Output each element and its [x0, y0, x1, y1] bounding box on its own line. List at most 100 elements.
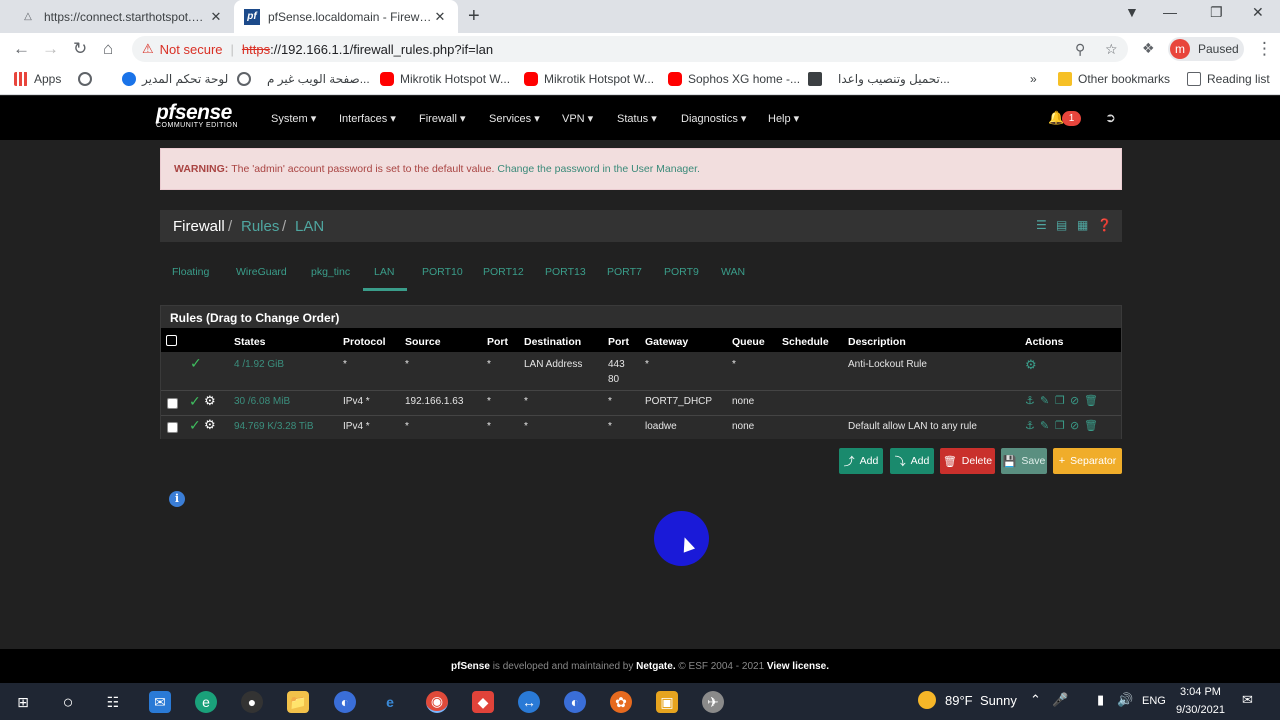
- breadcrumb-rules[interactable]: Rules: [241, 218, 279, 235]
- extensions-puzzle-icon[interactable]: ❖: [1142, 40, 1155, 57]
- close-window-icon[interactable]: ✕: [1252, 4, 1264, 21]
- close-tab-icon[interactable]: ✕: [208, 9, 224, 25]
- separator-button[interactable]: + Separator: [1053, 448, 1122, 474]
- minimize-icon[interactable]: —: [1163, 4, 1177, 20]
- network-app-2-icon[interactable]: ◐: [564, 691, 586, 713]
- info-icon[interactable]: i: [169, 491, 185, 507]
- breadcrumb-lan[interactable]: LAN: [295, 218, 324, 235]
- view-license-link[interactable]: View license.: [767, 661, 829, 672]
- row-select-checkbox[interactable]: [167, 398, 178, 409]
- bookmark-star-icon[interactable]: ☆: [1105, 41, 1118, 58]
- user-manager-link[interactable]: Change the password in the User Manager.: [497, 163, 700, 175]
- edit-pencil-icon[interactable]: ✎: [1040, 419, 1049, 432]
- tab-port10[interactable]: PORT10: [422, 266, 463, 278]
- bookmark-sophos[interactable]: Sophos XG home -...: [668, 72, 800, 86]
- anydesk-icon[interactable]: ◆: [472, 691, 494, 713]
- settings-gear-icon[interactable]: ⚙: [1025, 357, 1037, 373]
- chrome-icon[interactable]: ◉: [426, 691, 448, 713]
- chart-icon[interactable]: ▤: [1056, 218, 1067, 232]
- browser-tab-pfsense[interactable]: pf pfSense.localdomain - Firewall: R ✕: [234, 0, 458, 33]
- menu-interfaces[interactable]: Interfaces ▾: [339, 112, 396, 125]
- profile-button[interactable]: m Paused: [1168, 37, 1244, 61]
- delete-trash-icon[interactable]: 🗑: [1084, 394, 1098, 407]
- anchor-icon[interactable]: ⚓: [1025, 394, 1035, 407]
- table-row[interactable]: [161, 391, 1121, 415]
- footer-brand[interactable]: pfSense: [451, 661, 490, 672]
- add-bottom-button[interactable]: ⤵ Add: [890, 448, 934, 474]
- language-indicator[interactable]: ENG: [1142, 695, 1166, 707]
- teamviewer-icon[interactable]: ↔: [518, 691, 540, 713]
- copy-icon[interactable]: ❐: [1055, 419, 1065, 432]
- table-row[interactable]: [161, 352, 1121, 390]
- delete-button[interactable]: 🗑 Delete: [940, 448, 995, 474]
- internet-explorer-icon[interactable]: e: [379, 691, 401, 713]
- tab-port9[interactable]: PORT9: [664, 266, 699, 278]
- disable-icon[interactable]: ⊘: [1070, 394, 1079, 407]
- tab-lan[interactable]: LAN: [374, 266, 394, 278]
- clock-date[interactable]: 9/30/2021: [1176, 704, 1225, 716]
- edge-icon[interactable]: e: [195, 691, 217, 713]
- footer-company-link[interactable]: Netgate.: [636, 661, 675, 672]
- url-field[interactable]: ⚠ Not secure | https ://192.166.1.1/fire…: [132, 36, 1128, 62]
- weather-temp[interactable]: 89°F: [945, 693, 973, 708]
- list-settings-icon[interactable]: ☰: [1036, 218, 1047, 232]
- browser-tab-starthotspot[interactable]: △ https://connect.starthotspot.com ✕: [10, 0, 234, 33]
- copy-icon[interactable]: ❐: [1055, 394, 1065, 407]
- tab-port7[interactable]: PORT7: [607, 266, 642, 278]
- new-tab-icon[interactable]: +: [468, 5, 480, 28]
- bookmark-globe[interactable]: [78, 72, 98, 86]
- battery-icon[interactable]: ▮: [1097, 692, 1104, 708]
- logout-icon[interactable]: ➲: [1105, 110, 1116, 126]
- edit-pencil-icon[interactable]: ✎: [1040, 394, 1049, 407]
- bookmark-install[interactable]: تحميل وتنصيب واعدا...: [808, 72, 950, 86]
- log-icon[interactable]: ▦: [1077, 218, 1088, 232]
- row-select-checkbox[interactable]: [167, 422, 178, 433]
- back-icon[interactable]: ←: [13, 39, 30, 59]
- menu-vpn[interactable]: VPN ▾: [562, 112, 593, 125]
- tab-pkg-tinc[interactable]: pkg_tinc: [311, 266, 350, 278]
- tray-chevron-icon[interactable]: ⌃: [1030, 692, 1041, 708]
- bookmark-webpage[interactable]: صفحة الويب غير م...: [237, 72, 370, 86]
- maximize-icon[interactable]: ❐: [1210, 4, 1223, 21]
- notification-badge[interactable]: 1: [1062, 111, 1081, 126]
- close-tab-icon[interactable]: ✕: [432, 9, 448, 25]
- anchor-icon[interactable]: ⚓: [1025, 419, 1035, 432]
- bookmark-mikrotik-1[interactable]: Mikrotik Hotspot W...: [380, 72, 510, 86]
- home-icon[interactable]: ⌂: [103, 39, 113, 59]
- save-button[interactable]: 💾 Save: [1001, 448, 1047, 474]
- rule-states[interactable]: 94.769 K/3.28 TiB: [234, 421, 314, 432]
- bookmark-admin-panel[interactable]: لوحة تحكم المدير: [122, 72, 228, 86]
- select-all-checkbox[interactable]: [166, 335, 177, 346]
- tab-floating[interactable]: Floating: [172, 266, 209, 278]
- volume-icon[interactable]: 🔊: [1117, 692, 1133, 708]
- camera-app-icon[interactable]: ●: [241, 691, 263, 713]
- search-circle-icon[interactable]: ○: [57, 691, 79, 713]
- reading-list[interactable]: Reading list: [1187, 72, 1270, 86]
- menu-help[interactable]: Help ▾: [768, 112, 799, 125]
- add-top-button[interactable]: ⤴ Add: [839, 448, 883, 474]
- rule-states[interactable]: 30 /6.08 MiB: [234, 396, 290, 407]
- chrome-menu-icon[interactable]: ⋮: [1256, 39, 1273, 59]
- task-view-icon[interactable]: ☷: [102, 691, 124, 713]
- tab-wan[interactable]: WAN: [721, 266, 745, 278]
- chrome-menu-down-icon[interactable]: ▼: [1125, 4, 1139, 20]
- pfsense-logo[interactable]: pfsense COMMUNITY EDITION: [156, 101, 238, 129]
- menu-diagnostics[interactable]: Diagnostics ▾: [681, 112, 746, 125]
- weather-desc[interactable]: Sunny: [980, 693, 1017, 708]
- tab-wireguard[interactable]: WireGuard: [236, 266, 287, 278]
- firefox-icon[interactable]: ✿: [610, 691, 632, 713]
- other-bookmarks[interactable]: Other bookmarks: [1058, 72, 1170, 86]
- menu-firewall[interactable]: Firewall ▾: [419, 112, 465, 125]
- tab-port13[interactable]: PORT13: [545, 266, 586, 278]
- zoom-icon[interactable]: ⚲: [1075, 41, 1085, 58]
- virtualbox-icon[interactable]: ▣: [656, 691, 678, 713]
- bookmark-mikrotik-2[interactable]: Mikrotik Hotspot W...: [524, 72, 654, 86]
- reload-icon[interactable]: ↻: [73, 39, 87, 59]
- disable-icon[interactable]: ⊘: [1070, 419, 1079, 432]
- microphone-icon[interactable]: 🎤: [1052, 692, 1068, 708]
- app-icon[interactable]: ✈: [702, 691, 724, 713]
- rule-states[interactable]: 4 /1.92 GiB: [234, 359, 284, 370]
- menu-status[interactable]: Status ▾: [617, 112, 657, 125]
- menu-services[interactable]: Services ▾: [489, 112, 540, 125]
- file-explorer-icon[interactable]: 📁: [287, 691, 309, 713]
